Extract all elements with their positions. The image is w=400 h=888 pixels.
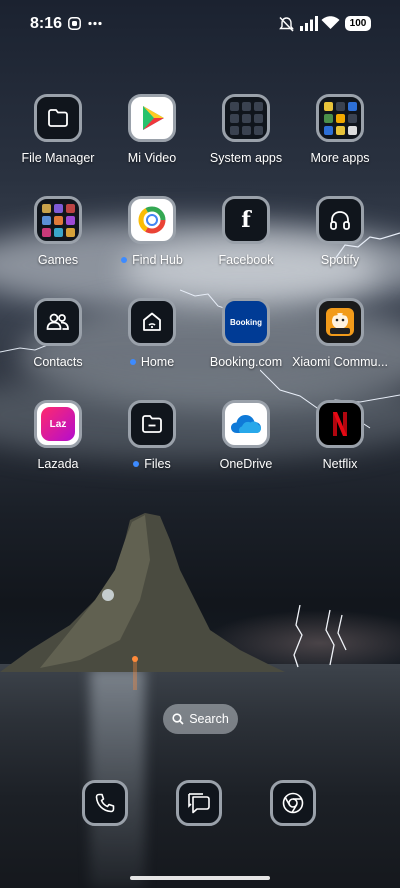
lazada-icon: Laz (34, 400, 82, 448)
app-label: Netflix (322, 457, 358, 471)
dock-chrome[interactable] (270, 780, 316, 826)
contacts-icon (34, 298, 82, 346)
app-label: Xiaomi Commu... (292, 355, 388, 369)
app-booking[interactable]: Booking Booking.com (196, 298, 296, 388)
facebook-glyph: f (241, 207, 251, 233)
more-dots-icon (88, 21, 102, 26)
mi-video-icon (128, 94, 176, 142)
app-lazada[interactable]: Laz Lazada (8, 400, 108, 490)
dock-phone[interactable] (82, 780, 128, 826)
lightning-bolt (293, 605, 347, 668)
facebook-icon: f (222, 196, 270, 244)
file-manager-icon (34, 94, 82, 142)
more-apps-folder-icon (316, 94, 364, 142)
status-bar: 8:16 100 (0, 0, 400, 50)
find-hub-icon (128, 196, 176, 244)
booking-logo-text: Booking (230, 317, 262, 327)
gesture-home-bar[interactable] (130, 876, 270, 880)
app-label: Spotify (320, 253, 360, 267)
booking-icon: Booking (222, 298, 270, 346)
battery-level: 100 (349, 18, 367, 29)
new-app-dot (133, 460, 140, 467)
search-label: Search (189, 712, 229, 726)
app-onedrive[interactable]: OneDrive (196, 400, 296, 490)
new-app-dot (121, 256, 128, 263)
headphones-icon (316, 196, 364, 244)
messages-icon (188, 793, 210, 814)
app-files[interactable]: Files (102, 400, 202, 490)
app-facebook[interactable]: f Facebook (196, 196, 296, 286)
app-spotify[interactable]: Spotify (290, 196, 390, 286)
home-icon (128, 298, 176, 346)
app-label-text: Find Hub (132, 253, 183, 267)
phone-icon (95, 793, 115, 813)
folder-more-apps[interactable]: More apps (290, 94, 390, 184)
new-app-dot (129, 358, 136, 365)
app-label-text: Files (144, 457, 171, 471)
games-folder-icon (34, 196, 82, 244)
lazada-logo-text: Laz (49, 418, 67, 430)
search-icon (172, 713, 184, 725)
folder-games[interactable]: Games (8, 196, 108, 286)
system-apps-folder-icon (222, 94, 270, 142)
dock-messages[interactable] (176, 780, 222, 826)
screen-record-icon (68, 17, 81, 30)
files-folder-icon (128, 400, 176, 448)
mute-icon (279, 16, 294, 32)
search-button[interactable]: Search (163, 704, 238, 734)
netflix-icon (316, 400, 364, 448)
signal-icon (300, 16, 318, 31)
app-netflix[interactable]: Netflix (290, 400, 390, 490)
xiaomi-community-icon (316, 298, 364, 346)
app-label: More apps (310, 151, 370, 165)
chrome-icon (282, 792, 304, 814)
app-xiaomi-community[interactable]: Xiaomi Commu... (290, 298, 390, 388)
onedrive-icon (222, 400, 270, 448)
app-label-text: Home (140, 355, 175, 369)
folder-system-apps[interactable]: System apps (196, 94, 296, 184)
status-time: 8:16 (30, 15, 63, 32)
battery-icon: 100 (345, 16, 371, 31)
app-file-manager[interactable]: File Manager (8, 94, 108, 184)
app-find-hub[interactable]: Find Hub (102, 196, 202, 286)
app-home[interactable]: Home (102, 298, 202, 388)
app-mi-video[interactable]: Mi Video (102, 94, 202, 184)
app-contacts[interactable]: Contacts (8, 298, 108, 388)
wifi-icon (321, 16, 340, 29)
